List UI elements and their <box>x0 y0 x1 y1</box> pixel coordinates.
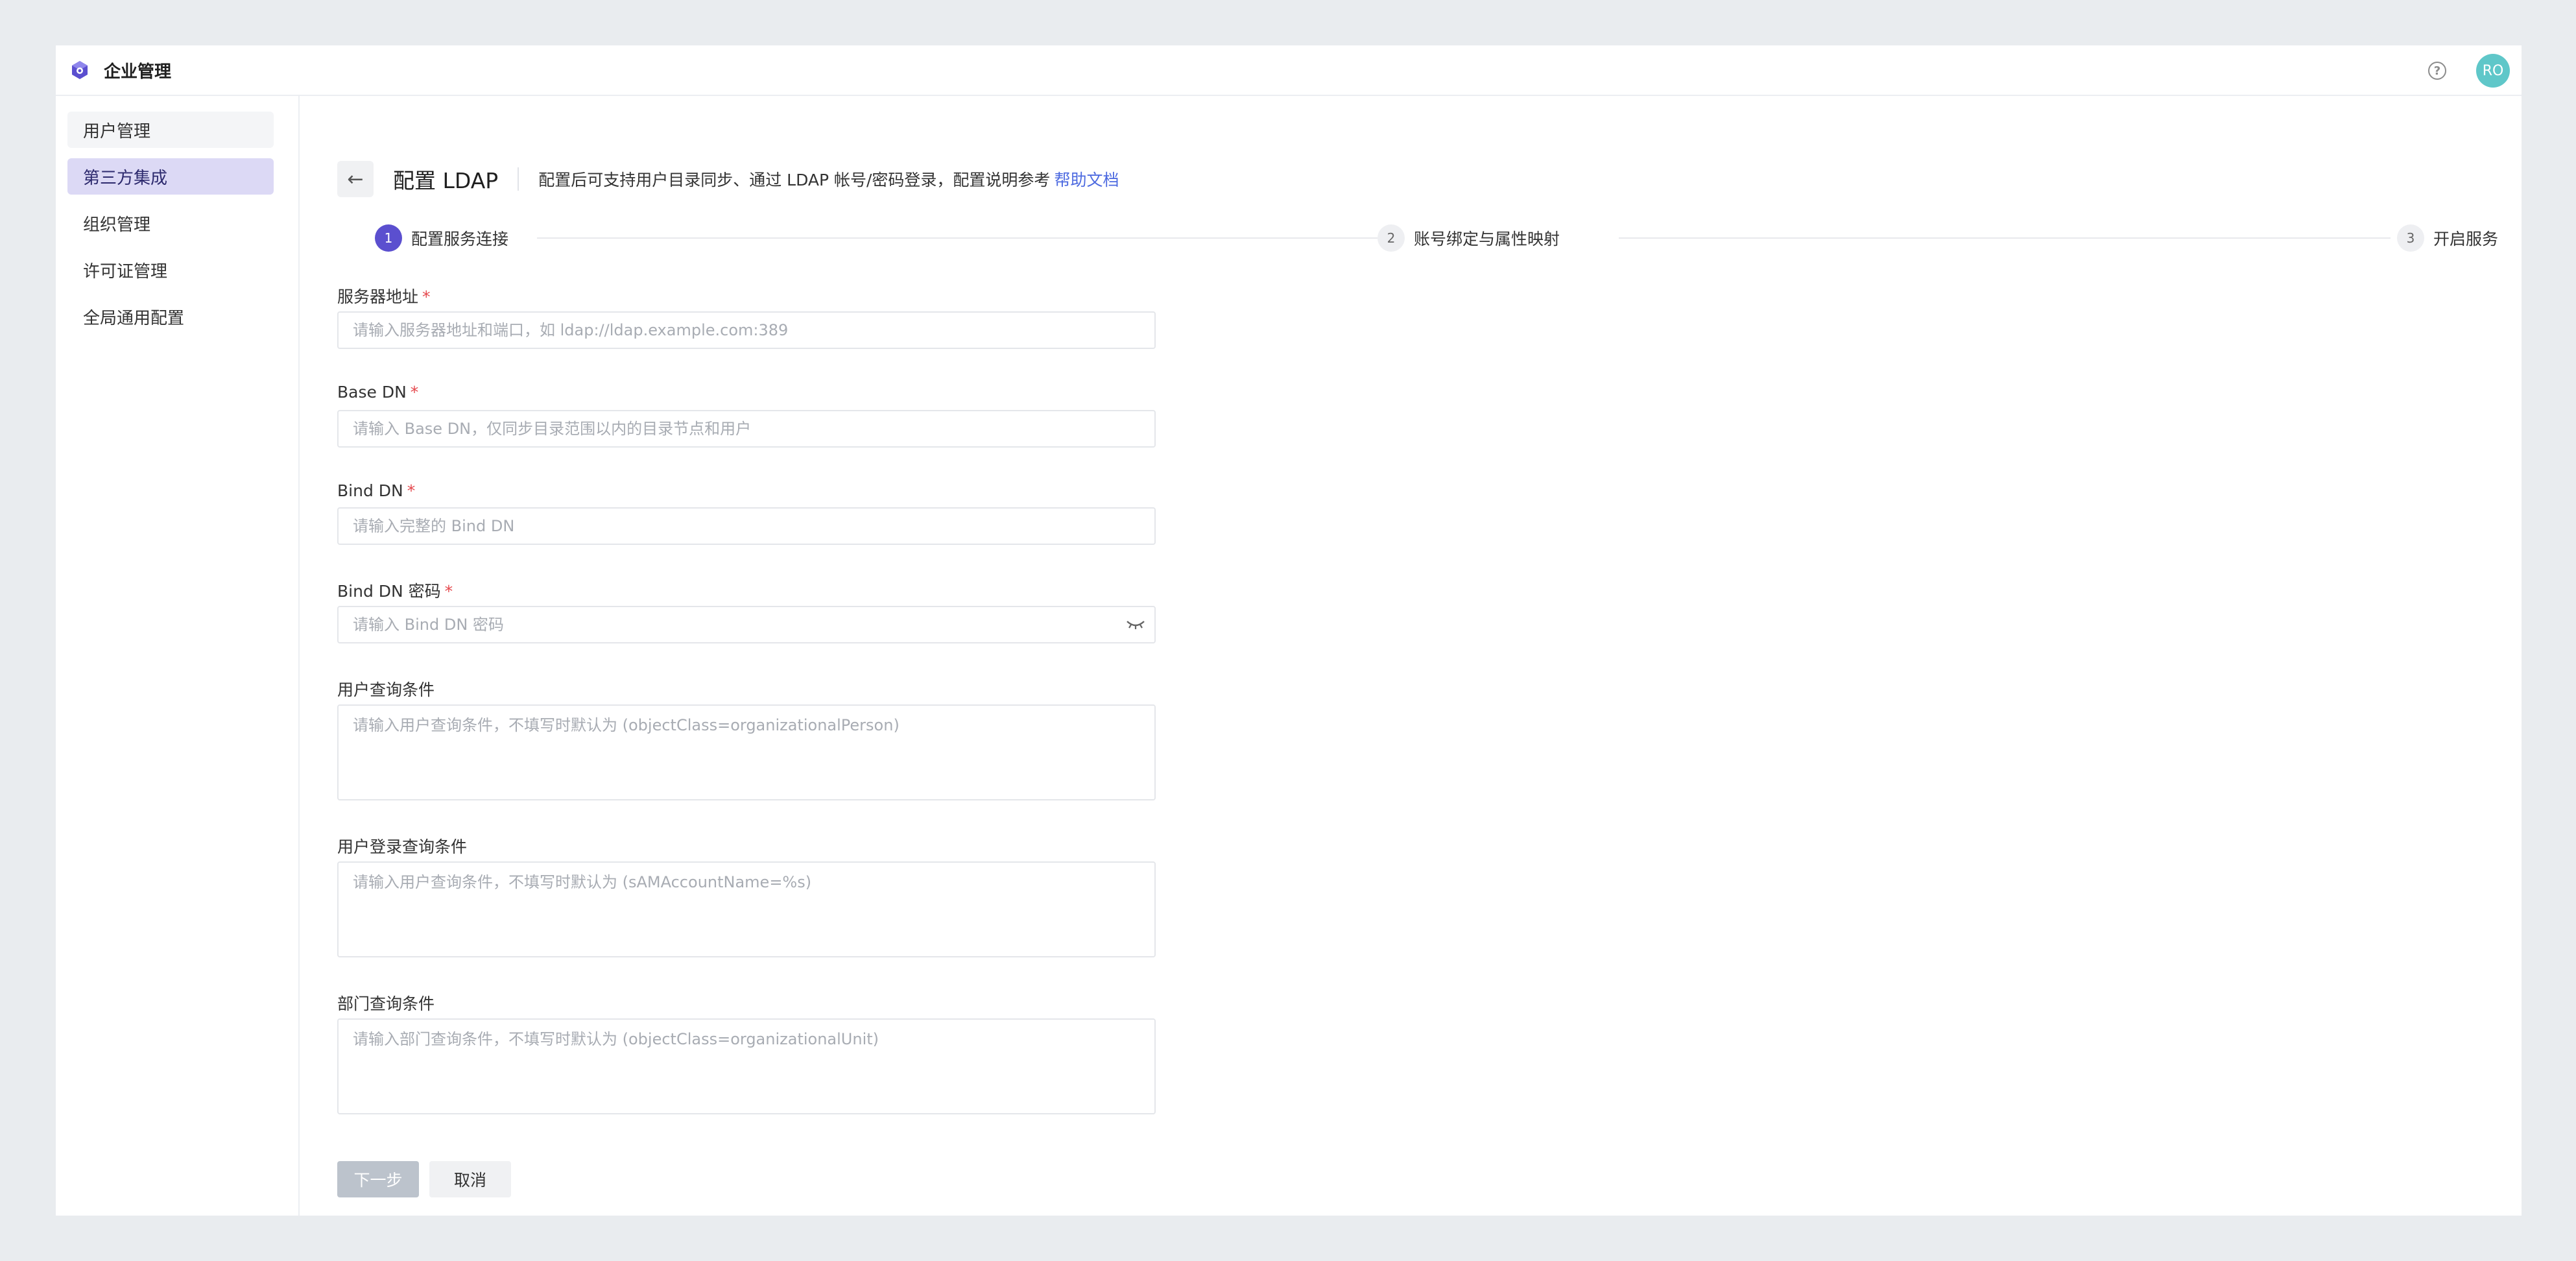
step-1: 1 配置服务连接 <box>375 223 509 253</box>
avatar[interactable]: RO <box>2476 54 2510 88</box>
server-address-label: 服务器地址 * <box>337 284 431 307</box>
page-description-text: 配置后可支持用户目录同步、通过 LDAP 帐号/密码登录，配置说明参考 <box>538 171 1051 189</box>
step-label: 开启服务 <box>2433 230 2499 248</box>
bind-dn-label: Bind DN * <box>337 481 415 500</box>
user-query-textarea[interactable] <box>337 704 1156 800</box>
sidebar-item-label: 用户管理 <box>83 121 151 141</box>
app-logo-icon <box>72 61 88 79</box>
page-header: ← 配置 LDAP 配置后可支持用户目录同步、通过 LDAP 帐号/密码登录，配… <box>337 161 1119 197</box>
field-label-text: Bind DN <box>337 481 403 500</box>
field-label-text: 用户登录查询条件 <box>337 837 468 856</box>
user-login-query-textarea[interactable] <box>337 861 1156 957</box>
back-button[interactable]: ← <box>337 161 374 197</box>
bind-dn-password-input[interactable] <box>337 606 1156 643</box>
help-doc-link[interactable]: 帮助文档 <box>1054 171 1119 189</box>
field-label-text: Bind DN 密码 <box>337 582 441 601</box>
page-description: 配置后可支持用户目录同步、通过 LDAP 帐号/密码登录，配置说明参考 帮助文档 <box>538 167 1119 191</box>
base-dn-label: Base DN * <box>337 383 418 402</box>
user-query-label: 用户查询条件 <box>337 677 435 701</box>
field-label-text: 服务器地址 <box>337 287 419 306</box>
cancel-button[interactable]: 取消 <box>429 1161 511 1197</box>
sidebar-item-users[interactable]: 用户管理 <box>67 112 274 148</box>
department-query-textarea[interactable] <box>337 1018 1156 1114</box>
sidebar-item-label: 第三方集成 <box>83 168 168 188</box>
arrow-left-icon: ← <box>347 167 364 191</box>
required-mark: * <box>410 383 419 402</box>
step-number: 1 <box>375 224 402 252</box>
stepper: 1 配置服务连接 2 账号绑定与属性映射 3 开启服务 <box>375 223 2499 253</box>
required-mark: * <box>444 582 453 601</box>
top-bar: 企业管理 ? RO <box>56 45 2522 96</box>
required-mark: * <box>407 481 416 500</box>
base-dn-input[interactable] <box>337 410 1156 448</box>
help-icon[interactable]: ? <box>2428 62 2446 80</box>
main-content: ← 配置 LDAP 配置后可支持用户目录同步、通过 LDAP 帐号/密码登录，配… <box>300 96 2522 1216</box>
app-window: 企业管理 ? RO 用户管理 第三方集成 组织管理 许可证管理 全局通用配置 ← <box>56 45 2522 1216</box>
header-divider <box>518 167 519 191</box>
bind-dn-password-label: Bind DN 密码 * <box>337 579 453 602</box>
step-3: 3 开启服务 <box>2397 223 2499 253</box>
sidebar-item-label: 组织管理 <box>83 215 151 235</box>
brand[interactable]: 企业管理 <box>70 58 171 82</box>
sidebar-item-label: 许可证管理 <box>83 261 168 282</box>
app-title: 企业管理 <box>104 62 172 82</box>
top-right-actions: ? RO <box>2428 45 2510 96</box>
sidebar-item-organization[interactable]: 组织管理 <box>67 205 274 241</box>
step-number: 2 <box>1377 224 1405 252</box>
field-label-text: 用户查询条件 <box>337 680 435 699</box>
field-label-text: 部门查询条件 <box>337 994 435 1013</box>
sidebar: 用户管理 第三方集成 组织管理 许可证管理 全局通用配置 <box>56 96 300 1216</box>
eye-closed-icon[interactable] <box>1126 619 1145 630</box>
step-label: 配置服务连接 <box>411 230 509 248</box>
page-title: 配置 LDAP <box>393 168 499 193</box>
step-2: 2 账号绑定与属性映射 <box>1377 223 1560 253</box>
sidebar-item-license[interactable]: 许可证管理 <box>67 252 274 288</box>
user-login-query-label: 用户登录查询条件 <box>337 834 467 858</box>
server-address-input[interactable] <box>337 311 1156 349</box>
step-number: 3 <box>2397 224 2424 252</box>
bind-dn-password-field <box>337 606 1156 643</box>
sidebar-item-third-party-integration[interactable]: 第三方集成 <box>67 158 274 195</box>
sidebar-item-global-settings[interactable]: 全局通用配置 <box>67 298 274 335</box>
form-actions: 下一步 取消 <box>337 1161 511 1197</box>
field-label-text: Base DN <box>337 383 407 402</box>
bind-dn-input[interactable] <box>337 507 1156 545</box>
step-label: 账号绑定与属性映射 <box>1414 230 1560 248</box>
step-connector <box>537 237 1389 239</box>
next-step-button[interactable]: 下一步 <box>337 1161 419 1197</box>
step-connector <box>1619 237 2391 239</box>
department-query-label: 部门查询条件 <box>337 991 435 1015</box>
sidebar-item-label: 全局通用配置 <box>83 308 185 328</box>
required-mark: * <box>422 287 431 306</box>
